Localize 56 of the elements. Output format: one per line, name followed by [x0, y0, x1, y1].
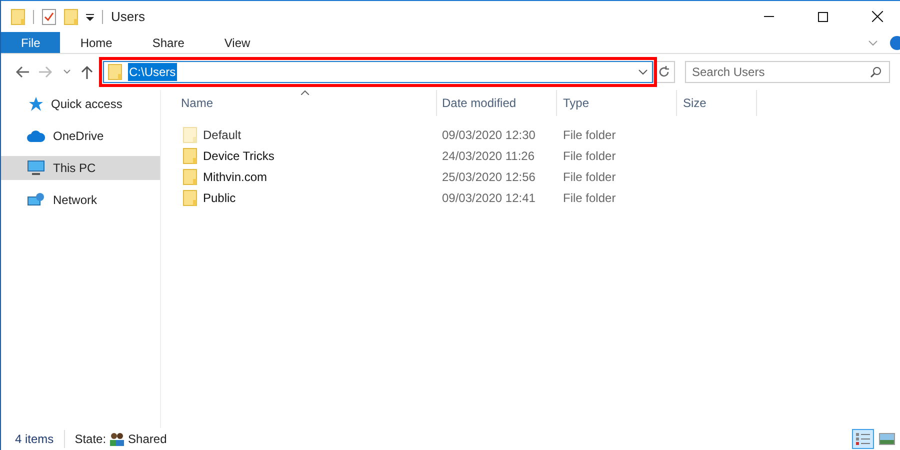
folder-icon — [11, 8, 25, 24]
network-icon — [27, 192, 45, 208]
chevron-down-icon[interactable] — [638, 69, 648, 75]
sidebar-item[interactable]: Network — [1, 188, 160, 212]
type-cell-text: File folder — [562, 168, 617, 186]
properties-icon[interactable] — [42, 8, 56, 24]
ribbon-tab[interactable]: Home — [60, 32, 132, 53]
details-view-icon — [856, 433, 870, 445]
sidebar-item[interactable]: This PC — [1, 156, 160, 180]
search-icon — [870, 66, 882, 78]
back-arrow-icon[interactable] — [15, 66, 29, 78]
folder-icon — [183, 148, 197, 164]
sidebar-item[interactable]: OneDrive — [1, 124, 160, 148]
file-name[interactable]: Mithvin.com — [203, 168, 268, 186]
date-cell-text: 24/03/2020 11:26 — [441, 148, 536, 164]
refresh-button[interactable] — [653, 61, 675, 83]
column-header[interactable]: Type — [557, 90, 677, 116]
type-cell-text: File folder — [562, 126, 617, 144]
star-icon — [27, 96, 43, 112]
state-label: State: — [74, 431, 106, 448]
ribbon-tab[interactable]: View — [204, 32, 270, 53]
search-field[interactable]: Search Users — [685, 61, 890, 83]
date-cell-text: 09/03/2020 12:41 — [441, 190, 536, 206]
chevron-down-icon[interactable] — [63, 69, 71, 75]
type-cell-text: File folder — [562, 148, 617, 164]
column-header[interactable]: Name — [179, 90, 437, 116]
date-cell-text: 09/03/2020 12:30 — [441, 126, 536, 144]
file-name[interactable]: Public — [203, 188, 236, 206]
help-icon[interactable] — [890, 36, 900, 50]
column-header[interactable]: Date modified — [437, 90, 557, 116]
folder-icon — [183, 168, 197, 184]
dropdown-icon[interactable] — [86, 12, 94, 20]
refresh-icon — [658, 66, 670, 78]
item-count: 4 items — [15, 430, 65, 448]
state-value: Shared — [128, 431, 167, 448]
new-folder-icon — [64, 8, 78, 24]
folder-icon — [183, 126, 197, 142]
column-header[interactable]: Size — [677, 90, 757, 116]
sidebar-item[interactable]: Quick access — [1, 92, 160, 116]
address-path: C:\Users — [128, 63, 177, 81]
close-icon — [872, 11, 882, 22]
view-button[interactable] — [852, 429, 874, 449]
ribbon-tab[interactable]: File — [1, 32, 60, 53]
folder-icon — [183, 190, 197, 206]
date-cell-text: 25/03/2020 12:56 — [441, 168, 536, 186]
window-title: Users — [111, 8, 145, 26]
up-arrow-icon[interactable] — [81, 65, 93, 79]
thumbnail-view-icon — [879, 433, 895, 445]
file-name[interactable]: Device Tricks — [203, 146, 274, 164]
ribbon-tab[interactable]: Share — [132, 32, 204, 53]
cloud-icon — [27, 130, 45, 142]
users-icon — [109, 432, 126, 446]
monitor-icon — [27, 160, 45, 176]
type-cell-text: File folder — [562, 190, 617, 206]
file-name[interactable]: Default — [203, 126, 242, 144]
folder-icon — [108, 64, 122, 80]
